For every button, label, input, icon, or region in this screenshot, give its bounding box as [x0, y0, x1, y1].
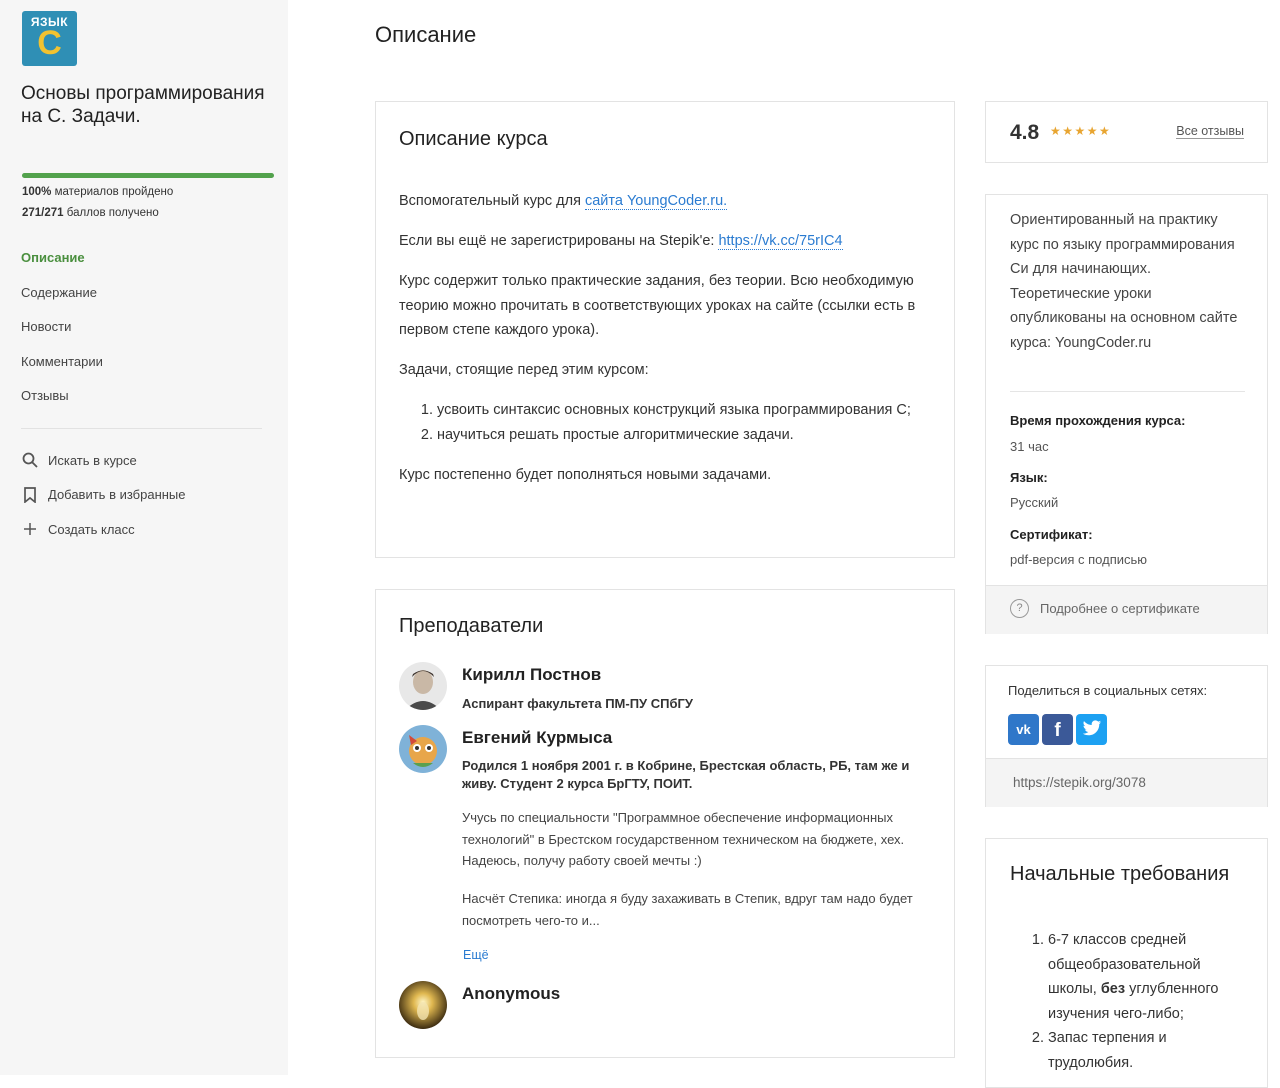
points-progress-text: баллов получено [66, 207, 159, 219]
question-icon: ? [1010, 599, 1029, 618]
avatar[interactable] [399, 981, 447, 1029]
course-title[interactable]: Основы программирования на С. Задачи. [21, 82, 271, 128]
certificate-more-row[interactable]: ? Подробнее о сертификате [986, 585, 1267, 634]
show-more-link[interactable]: Ещё [463, 948, 489, 962]
description-paragraph: Задачи, стоящие перед этим курсом: [399, 362, 649, 378]
description-p2-text: Если вы ещё не зарегистрированы на Stepi… [399, 233, 719, 249]
share-url-row[interactable]: https://stepik.org/3078 [986, 758, 1267, 807]
share-title: Поделиться в социальных сетях: [1008, 683, 1208, 698]
teacher-subtitle: Родился 1 ноября 2001 г. в Кобрине, Брес… [462, 758, 910, 791]
course-logo[interactable]: ЯЗЫК С [22, 11, 77, 66]
add-to-favorites-label: Добавить в избранные [48, 487, 186, 503]
sidebar-nav: Описание Содержание Новости Комментарии … [21, 248, 271, 421]
page-title: Описание [375, 22, 477, 47]
search-icon [21, 452, 38, 469]
teachers-heading: Преподаватели [399, 615, 544, 637]
registration-link[interactable]: https://vk.cc/75rIC4 [718, 233, 843, 250]
teacher-name[interactable]: Кирилл Постнов [462, 665, 601, 685]
duration-label: Время прохождения курса: [1010, 413, 1186, 428]
course-description-card: Описание курса Вспомогательный курс для … [375, 101, 955, 558]
course-info-card: Ориентированный на практику курс по язык… [985, 194, 1268, 634]
avatar[interactable] [399, 662, 447, 710]
list-item: 6-7 классов средней общеобразовательной … [1048, 928, 1250, 1026]
certificate-label: Сертификат: [1010, 527, 1093, 542]
duration-value: 31 час [1010, 439, 1049, 454]
list-item: Запас терпения и трудолюбия. [1048, 1026, 1250, 1075]
requirements-list: 6-7 классов средней общеобразовательной … [1010, 928, 1250, 1075]
info-divider [1010, 391, 1245, 392]
twitter-icon[interactable] [1076, 714, 1107, 745]
progress-bar-fill [22, 173, 274, 178]
youngcoder-link[interactable]: сайта YoungCoder.ru. [584, 193, 728, 210]
points-progress: 271/271 баллов получено [22, 207, 159, 219]
teacher-name[interactable]: Евгений Курмыса [462, 728, 612, 748]
sidebar-actions: Искать в курсе Добавить в избранные Созд… [21, 443, 271, 547]
list-item: усвоить синтаксис основных конструкций я… [437, 398, 919, 423]
course-description-heading: Описание курса [399, 128, 548, 150]
sidebar-item-contents[interactable]: Содержание [21, 283, 271, 318]
bookmark-icon [21, 486, 38, 503]
description-paragraph: Курс содержит только практические задани… [399, 273, 916, 338]
add-to-favorites-button[interactable]: Добавить в избранные [21, 478, 271, 513]
sidebar-item-comments[interactable]: Комментарии [21, 352, 271, 387]
avatar[interactable] [399, 725, 447, 773]
all-reviews-link[interactable]: Все отзывы [1176, 124, 1244, 139]
certificate-more-link[interactable]: Подробнее о сертификате [1040, 601, 1200, 616]
course-description-text: Вспомогательный курс для сайта YoungCode… [399, 189, 919, 503]
requirement-bold: без [1100, 981, 1126, 997]
language-value: Русский [1010, 495, 1059, 510]
sidebar-item-news[interactable]: Новости [21, 317, 271, 352]
logo-letter: С [37, 24, 62, 62]
search-in-course-button[interactable]: Искать в курсе [21, 443, 271, 478]
sidebar-item-description[interactable]: Описание [21, 248, 271, 283]
course-summary: Ориентированный на практику курс по язык… [1010, 212, 1238, 351]
teacher-subtitle: Аспирант факультета ПМ-ПУ СПбГУ [462, 696, 693, 711]
rating-value: 4.8 [1010, 121, 1040, 144]
rating-stars-icon: ★★★★★ [1050, 124, 1112, 138]
sidebar-item-reviews[interactable]: Отзывы [21, 386, 271, 421]
requirements-card: Начальные требования 6-7 классов средней… [985, 838, 1268, 1088]
description-paragraph: Если вы ещё не зарегистрированы на Stepi… [399, 229, 919, 254]
description-paragraph: Вспомогательный курс для сайта YoungCode… [399, 189, 919, 214]
materials-progress-text: материалов пройдено [54, 186, 174, 198]
materials-progress: 100% материалов пройдено [22, 186, 173, 198]
sidebar-divider [21, 428, 262, 429]
create-class-label: Создать класс [48, 521, 135, 537]
teacher-bio: Учусь по специальности "Программное обес… [462, 810, 905, 868]
materials-progress-value: 100% [22, 186, 52, 198]
course-goals-list: усвоить синтаксис основных конструкций я… [437, 398, 919, 447]
description-p1-text: Вспомогательный курс для [399, 193, 585, 209]
list-item: научиться решать простые алгоритмические… [437, 423, 919, 448]
requirements-title: Начальные требования [1010, 863, 1230, 885]
vk-icon[interactable]: vk [1008, 714, 1039, 745]
progress-bar [22, 173, 274, 178]
teachers-card: Преподаватели Кирилл Постнов Аспирант фа… [375, 589, 955, 1058]
points-progress-value: 271/271 [22, 207, 64, 219]
language-label: Язык: [1010, 470, 1048, 485]
rating-card: 4.8 ★★★★★ Все отзывы [985, 101, 1268, 163]
facebook-icon[interactable]: f [1042, 714, 1073, 745]
teacher-bio: Насчёт Степика: иногда я буду захаживать… [462, 891, 913, 928]
certificate-value: pdf-версия с подписью [1010, 552, 1148, 567]
sidebar: ЯЗЫК С Основы программирования на С. Зад… [0, 0, 288, 1075]
share-card: Поделиться в социальных сетях: vk f http… [985, 665, 1268, 807]
plus-icon [21, 521, 38, 538]
search-in-course-label: Искать в курсе [48, 452, 137, 468]
course-url[interactable]: https://stepik.org/3078 [1013, 775, 1146, 790]
create-class-button[interactable]: Создать класс [21, 512, 271, 547]
teacher-name[interactable]: Anonymous [462, 984, 560, 1004]
description-paragraph: Курс постепенно будет пополняться новыми… [399, 466, 772, 483]
